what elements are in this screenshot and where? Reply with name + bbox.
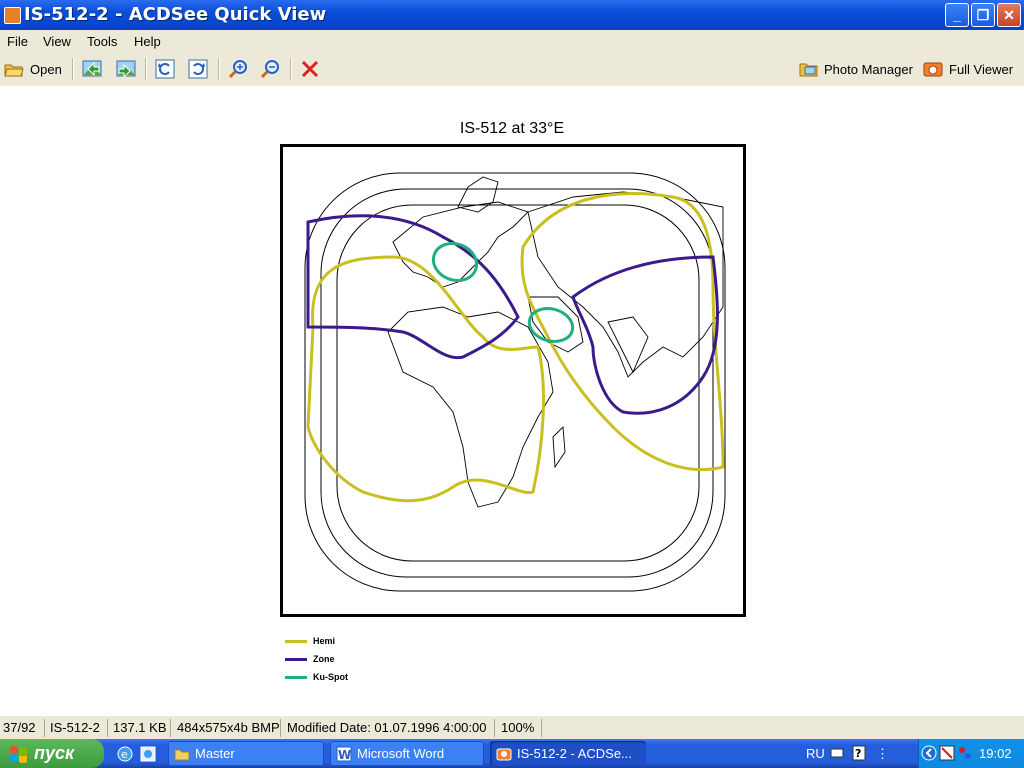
zoom-out-icon: [260, 60, 279, 79]
previous-image-button[interactable]: [82, 58, 104, 80]
legend-item-ku-spot: Ku-Spot: [285, 672, 348, 682]
coverage-map: [280, 144, 746, 617]
minimize-button[interactable]: _: [945, 3, 969, 27]
image-viewer[interactable]: IS-512 at 33°E Hemi Zone Ku-Spot: [0, 86, 1024, 715]
app-icon[interactable]: [4, 7, 21, 24]
title-bar: IS-512-2 - ACDSee Quick View _ ❐ ✕: [0, 0, 1024, 30]
legend-item-zone: Zone: [285, 654, 335, 664]
system-tray: 19:02: [918, 739, 1024, 768]
keyboard-icon[interactable]: [830, 746, 844, 765]
photo-manager-button[interactable]: Photo Manager: [799, 58, 913, 80]
toolbar: Open Photo Manager Full Viewer: [0, 52, 1024, 87]
legend-swatch: [285, 639, 307, 643]
menu-view[interactable]: View: [43, 34, 71, 49]
rotate-right-icon: [188, 59, 208, 79]
tray-app-icon[interactable]: [939, 745, 955, 764]
delete-button[interactable]: [300, 58, 320, 80]
rotate-left-icon: [155, 59, 175, 79]
status-format: 484x575x4b BMP: [177, 720, 280, 735]
status-bar: 37/92 IS-512-2 137.1 KB 484x575x4b BMP M…: [0, 715, 1024, 740]
zoom-in-icon: [228, 60, 247, 79]
zoom-out-button[interactable]: [260, 58, 280, 80]
start-button[interactable]: пуск: [0, 739, 104, 768]
network-icon[interactable]: [957, 745, 973, 764]
full-viewer-button[interactable]: Full Viewer: [923, 58, 1013, 80]
status-filesize: 137.1 KB: [113, 720, 167, 735]
open-folder-icon: [4, 64, 24, 77]
status-index: 37/92: [3, 720, 36, 735]
next-image-button[interactable]: [115, 58, 137, 80]
menu-help[interactable]: Help: [134, 34, 161, 49]
legend-item-hemi: Hemi: [285, 636, 335, 646]
open-button[interactable]: Open: [4, 58, 62, 80]
task-acdsee[interactable]: IS-512-2 - ACDSe...: [490, 741, 646, 766]
language-indicator[interactable]: RU: [806, 746, 825, 761]
svg-text:e: e: [121, 748, 128, 761]
next-image-icon: [116, 60, 136, 79]
delete-icon: [301, 60, 319, 78]
menu-bar: File View Tools Help: [0, 30, 1024, 52]
zoom-in-button[interactable]: [228, 58, 248, 80]
status-modified: Modified Date: 01.07.1996 4:00:00: [287, 720, 487, 735]
clock[interactable]: 19:02: [979, 746, 1012, 761]
legend-swatch: [285, 657, 307, 661]
word-icon: W: [336, 746, 352, 762]
legend-swatch: [285, 675, 307, 679]
close-button[interactable]: ✕: [997, 3, 1021, 27]
help-icon[interactable]: ?: [852, 745, 866, 766]
rotate-right-button[interactable]: [188, 58, 208, 80]
ie-quicklaunch-icon[interactable]: e: [116, 745, 134, 768]
show-hidden-icons-button[interactable]: [921, 745, 937, 764]
status-zoom: 100%: [501, 720, 535, 735]
svg-text:W: W: [338, 748, 351, 762]
windows-logo-icon: [10, 745, 27, 763]
coverage-map-graphic: [304, 172, 726, 592]
map-title: IS-512 at 33°E: [459, 120, 565, 137]
quicklaunch-icon[interactable]: [139, 745, 157, 768]
previous-image-icon: [82, 60, 102, 77]
full-viewer-icon: [923, 62, 943, 77]
taskbar: пуск e Master W Microsoft Word IS-512-2 …: [0, 739, 1024, 768]
folder-icon: [174, 749, 190, 760]
maximize-button[interactable]: ❐: [971, 3, 995, 27]
task-word[interactable]: W Microsoft Word: [330, 741, 484, 766]
rotate-left-button[interactable]: [155, 58, 175, 80]
options-icon[interactable]: ⋮: [876, 746, 889, 762]
photo-manager-icon: [799, 63, 818, 77]
acdsee-icon: [496, 748, 512, 760]
svg-text:?: ?: [855, 747, 861, 760]
menu-tools[interactable]: Tools: [87, 34, 117, 49]
window-title: IS-512-2 - ACDSee Quick View: [24, 4, 327, 25]
status-filename: IS-512-2: [50, 720, 100, 735]
task-master[interactable]: Master: [168, 741, 324, 766]
menu-file[interactable]: File: [7, 34, 28, 49]
